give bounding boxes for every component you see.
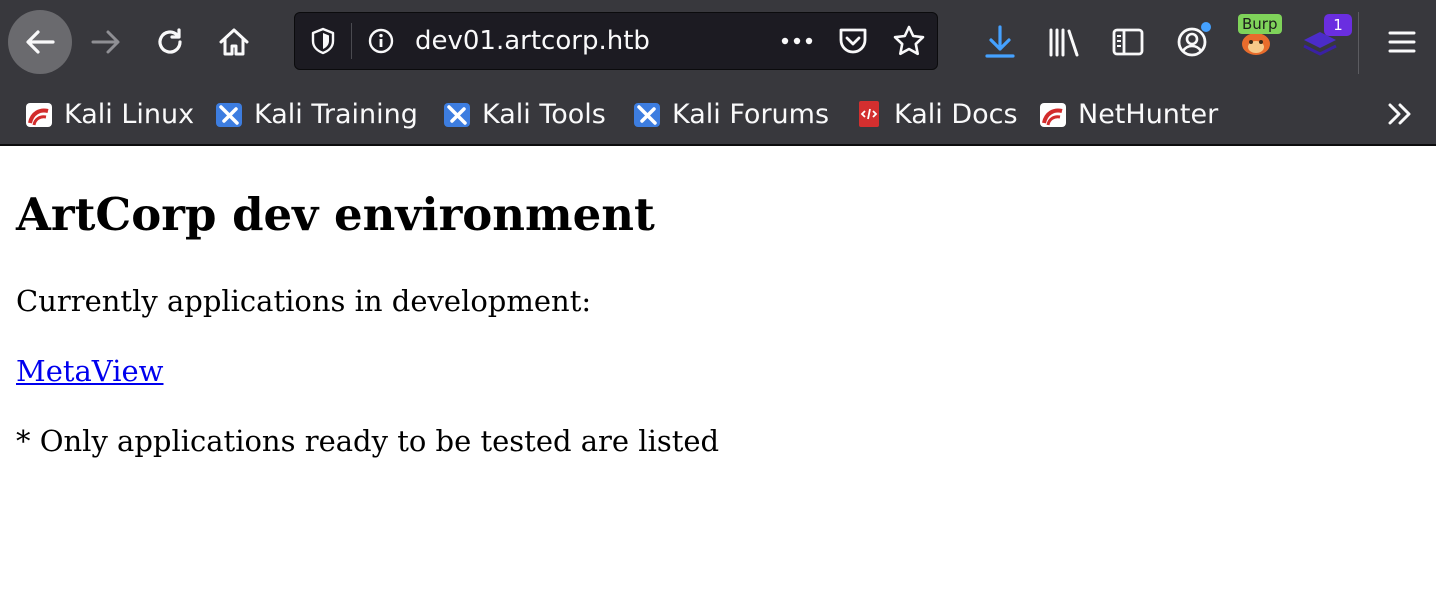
arrow-right-icon bbox=[91, 30, 120, 54]
metaview-link[interactable]: MetaView bbox=[16, 354, 164, 388]
url-text[interactable]: dev01.artcorp.htb bbox=[415, 26, 650, 56]
bookmark-kali-docs[interactable]: Kali Docs bbox=[854, 96, 1018, 132]
app-list-item: MetaView bbox=[16, 354, 164, 388]
menu-button[interactable] bbox=[1382, 22, 1422, 62]
site-info-icon[interactable] bbox=[365, 25, 397, 57]
reload-button[interactable] bbox=[148, 20, 192, 64]
hamburger-menu-icon bbox=[1388, 31, 1416, 53]
download-icon bbox=[985, 25, 1015, 58]
tracking-protection-icon[interactable] bbox=[307, 25, 339, 57]
urlbar-separator bbox=[351, 23, 352, 59]
bookmark-label: Kali Docs bbox=[894, 98, 1018, 130]
bookmark-label: NetHunter bbox=[1078, 98, 1219, 130]
kali-tools-icon bbox=[442, 99, 472, 129]
bookmarks-toolbar: Kali Linux Kali Training Kali Tools Kali… bbox=[0, 84, 1436, 144]
pocket-icon[interactable] bbox=[835, 24, 871, 58]
chrome-border bbox=[0, 144, 1436, 146]
bookmarks-overflow-button[interactable] bbox=[1382, 96, 1418, 132]
address-bar[interactable]: dev01.artcorp.htb bbox=[294, 12, 938, 70]
bookmark-kali-tools[interactable]: Kali Tools bbox=[442, 96, 606, 132]
intro-text: Currently applications in development: bbox=[16, 284, 592, 318]
chevron-double-right-icon bbox=[1388, 103, 1411, 125]
sidebar-icon bbox=[1112, 28, 1144, 56]
bookmark-kali-forums[interactable]: Kali Forums bbox=[632, 96, 829, 132]
bookmark-label: Kali Linux bbox=[64, 98, 195, 130]
page-actions-more-icon[interactable] bbox=[775, 25, 819, 57]
bookmark-label: Kali Forums bbox=[672, 98, 830, 130]
burp-badge: Burp bbox=[1238, 14, 1282, 34]
bookmark-label: Kali Training bbox=[254, 98, 418, 130]
library-button[interactable] bbox=[1044, 22, 1084, 62]
nethunter-icon bbox=[1038, 99, 1068, 129]
bookmark-star-icon[interactable] bbox=[891, 23, 927, 59]
bookmark-kali-linux[interactable]: Kali Linux bbox=[24, 96, 194, 132]
arrow-left-icon bbox=[26, 30, 55, 54]
kali-linux-icon bbox=[24, 99, 54, 129]
bookmark-nethunter[interactable]: NetHunter bbox=[1038, 96, 1218, 132]
page-title: ArtCorp dev environment bbox=[16, 188, 655, 241]
forward-button[interactable] bbox=[84, 20, 128, 64]
kali-docs-icon bbox=[854, 99, 884, 129]
bookmark-label: Kali Tools bbox=[482, 98, 606, 130]
footnote-text: * Only applications ready to be tested a… bbox=[16, 424, 720, 458]
kali-forums-icon bbox=[632, 99, 662, 129]
back-button[interactable] bbox=[8, 10, 72, 74]
home-icon bbox=[219, 28, 249, 56]
bookmark-kali-training[interactable]: Kali Training bbox=[214, 96, 418, 132]
browser-chrome: dev01.artcorp.htb Burp 1 Kali Linux Kali… bbox=[0, 0, 1436, 146]
account-notification-dot bbox=[1201, 22, 1211, 32]
downloads-button[interactable] bbox=[980, 22, 1020, 62]
kali-training-icon bbox=[214, 99, 244, 129]
sidebar-button[interactable] bbox=[1108, 22, 1148, 62]
extension-count-badge: 1 bbox=[1324, 14, 1352, 36]
home-button[interactable] bbox=[212, 20, 256, 64]
toolbar-separator bbox=[1358, 12, 1359, 74]
reload-icon bbox=[158, 28, 182, 54]
library-icon bbox=[1049, 28, 1079, 57]
navigation-toolbar: dev01.artcorp.htb Burp 1 bbox=[0, 0, 1436, 84]
